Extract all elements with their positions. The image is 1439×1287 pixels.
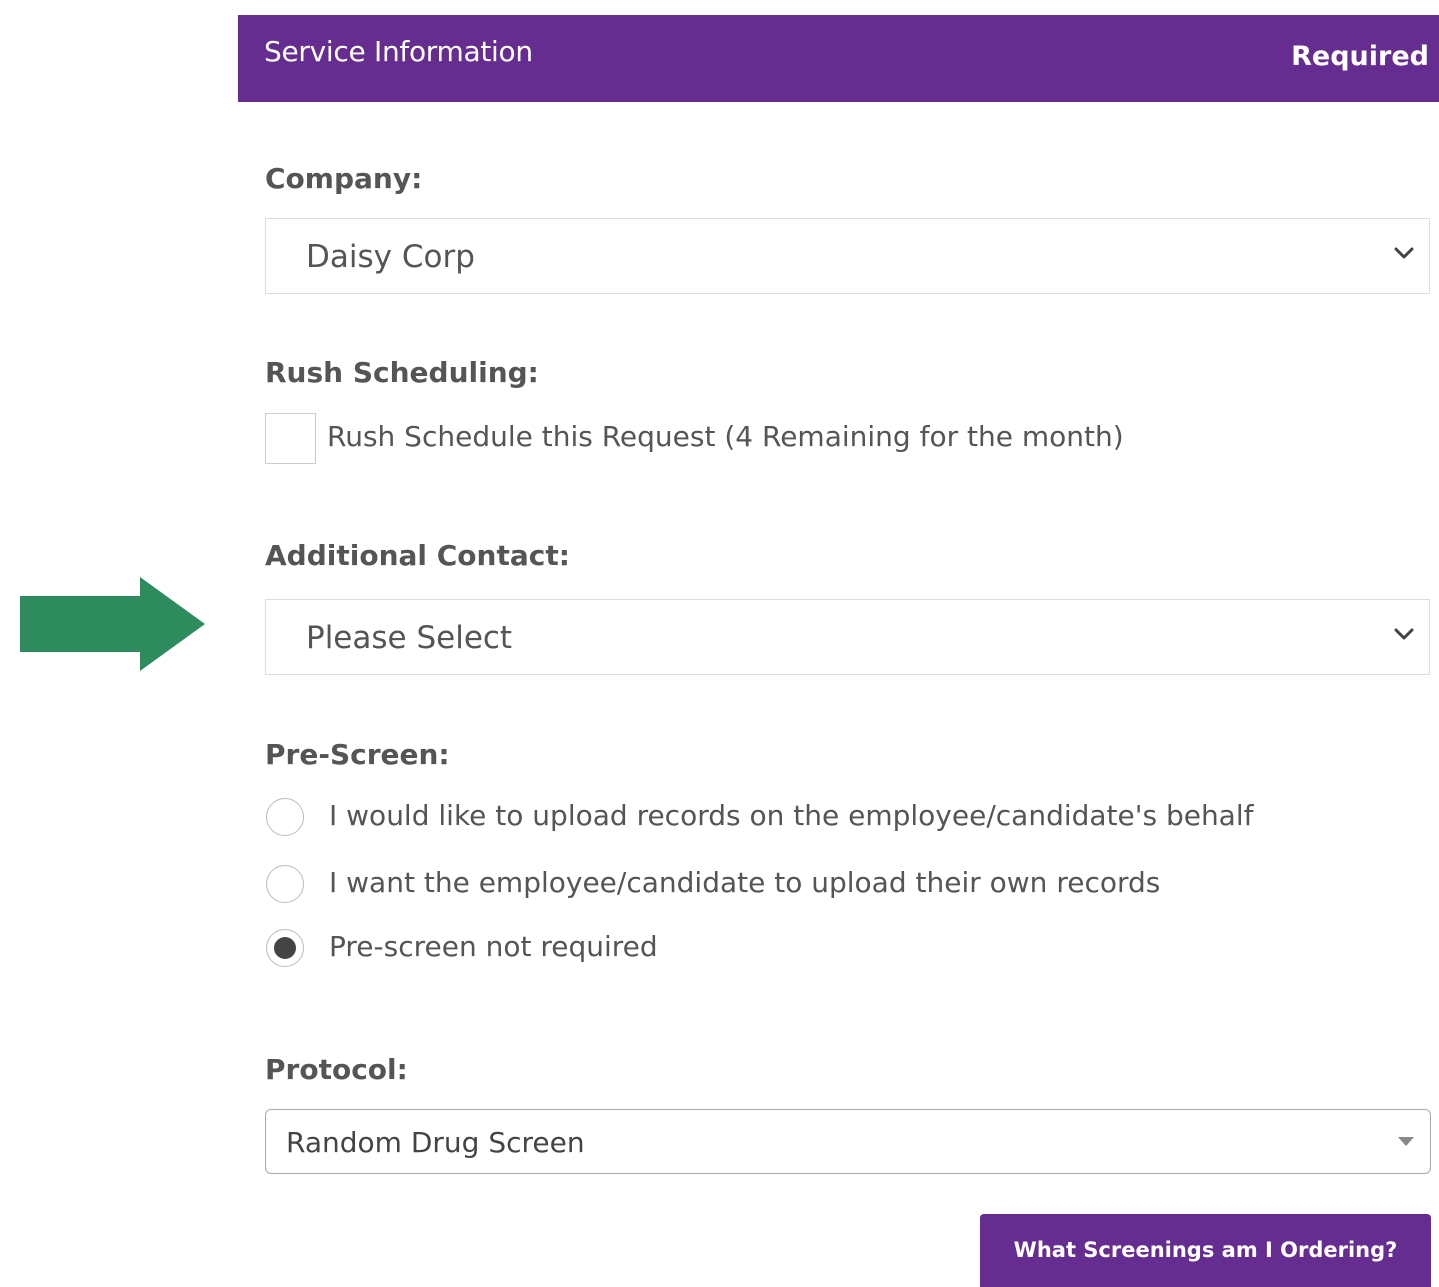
rush-schedule-checkbox[interactable] bbox=[265, 413, 316, 464]
protocol-label: Protocol: bbox=[265, 1053, 408, 1086]
protocol-select-value: Random Drug Screen bbox=[286, 1126, 585, 1159]
caret-down-icon bbox=[1398, 1137, 1414, 1146]
chevron-down-icon bbox=[1394, 247, 1414, 259]
company-label: Company: bbox=[265, 162, 423, 195]
additional-contact-select-value: Please Select bbox=[306, 620, 513, 656]
protocol-select[interactable]: Random Drug Screen bbox=[265, 1109, 1431, 1174]
what-screenings-button[interactable]: What Screenings am I Ordering? bbox=[980, 1214, 1431, 1287]
required-label: Required bbox=[1291, 41, 1429, 72]
prescreen-option-label[interactable]: I want the employee/candidate to upload … bbox=[329, 866, 1160, 899]
prescreen-radio-candidate-upload[interactable] bbox=[266, 865, 304, 903]
chevron-down-icon bbox=[1394, 628, 1414, 640]
prescreen-radio-upload-on-behalf[interactable] bbox=[266, 798, 304, 836]
additional-contact-label: Additional Contact: bbox=[265, 539, 570, 572]
prescreen-option-label[interactable]: Pre-screen not required bbox=[329, 930, 658, 963]
rush-scheduling-label: Rush Scheduling: bbox=[265, 356, 539, 389]
prescreen-radio-not-required[interactable] bbox=[266, 929, 304, 967]
company-select[interactable]: Daisy Corp bbox=[265, 218, 1430, 294]
rush-schedule-checkbox-label[interactable]: Rush Schedule this Request (4 Remaining … bbox=[327, 420, 1124, 453]
section-title: Service Information bbox=[264, 35, 533, 68]
prescreen-option-label[interactable]: I would like to upload records on the em… bbox=[329, 799, 1253, 832]
company-select-value: Daisy Corp bbox=[306, 239, 475, 275]
section-header: Service Information Required bbox=[238, 15, 1439, 102]
pre-screen-label: Pre-Screen: bbox=[265, 738, 450, 771]
additional-contact-select[interactable]: Please Select bbox=[265, 599, 1430, 675]
right-arrow-icon bbox=[20, 577, 205, 671]
